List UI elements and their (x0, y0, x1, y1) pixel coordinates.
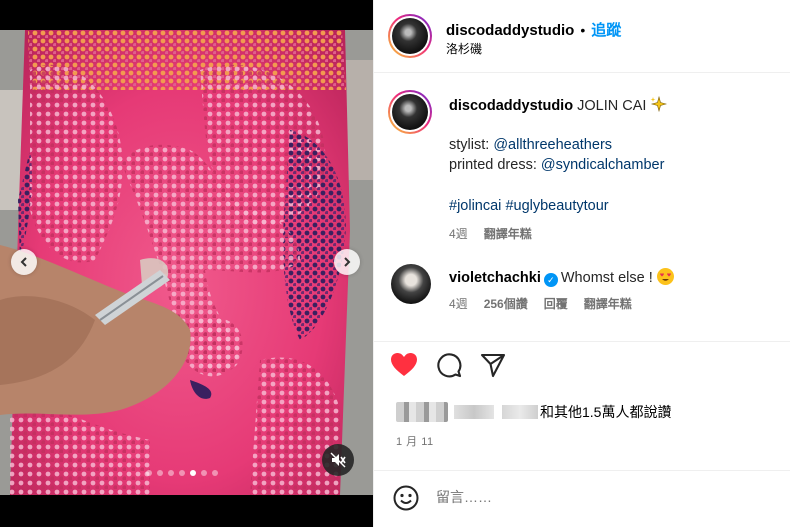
hashtag-link[interactable]: #jolincai (449, 198, 501, 214)
stylist-link[interactable]: @allthreeheathers (493, 137, 612, 153)
commenter-username[interactable]: violetchachki (449, 270, 541, 286)
comment-time[interactable]: 4週 (449, 297, 468, 311)
commenter-avatar[interactable] (391, 264, 431, 304)
caption-avatar[interactable] (388, 90, 432, 134)
sparkle-emoji-icon (650, 95, 668, 113)
emoji-icon[interactable] (393, 485, 419, 511)
heart-eyes-emoji-icon (656, 268, 674, 285)
comment-icon[interactable] (436, 352, 462, 378)
hashtag-link[interactable]: #uglybeautytour (505, 198, 608, 214)
liker-avatars-blurred (396, 402, 448, 422)
translate-link[interactable]: 翻譯年糕 (584, 297, 632, 311)
likes-summary[interactable]: 和其他1.5萬人都說讚 (396, 402, 671, 422)
comment-bar (374, 470, 790, 527)
crystal-dress-image (0, 30, 373, 495)
caption-time[interactable]: 4週 (449, 227, 468, 241)
comment-input[interactable] (436, 489, 736, 505)
liker-name-blurred (454, 405, 494, 419)
likes-text: 和其他1.5萬人都說讚 (540, 404, 672, 420)
follow-button[interactable]: 追蹤 (591, 22, 621, 39)
caption-title: JOLIN CAI (577, 98, 647, 114)
post-location[interactable]: 洛杉磯 (446, 40, 482, 57)
liker-name-blurred (502, 405, 538, 419)
post-date[interactable]: 1 月 11 (396, 433, 434, 449)
carousel-next-button[interactable] (334, 249, 360, 275)
carousel-dot (157, 470, 163, 476)
comment-text: Whomst else ! (560, 270, 653, 286)
dress-link[interactable]: @syndicalchamber (541, 157, 665, 173)
comment-likes[interactable]: 256個讚 (484, 297, 528, 311)
post-header: discodaddystudio • 追蹤 洛杉磯 (388, 12, 790, 60)
chevron-left-icon (20, 257, 27, 267)
post-media (0, 0, 373, 527)
share-icon[interactable] (480, 352, 506, 378)
verified-icon: ✓ (543, 273, 558, 287)
carousel-dot (168, 470, 174, 476)
mute-button[interactable] (322, 444, 354, 476)
account-avatar[interactable] (388, 14, 432, 58)
carousel-prev-button[interactable] (11, 249, 37, 275)
divider (374, 341, 790, 342)
heart-icon[interactable] (390, 352, 418, 378)
reply-button[interactable]: 回覆 (544, 297, 568, 311)
post-image[interactable] (0, 30, 373, 495)
caption-username[interactable]: discodaddystudio (449, 98, 573, 114)
carousel-dot (179, 470, 185, 476)
post-actions (390, 352, 506, 378)
carousel-dot (146, 470, 152, 476)
carousel-dot (212, 470, 218, 476)
divider (374, 72, 790, 73)
separator-dot: • (580, 22, 586, 38)
chevron-right-icon (344, 257, 351, 267)
carousel-dot (201, 470, 207, 476)
post-details-panel: discodaddystudio • 追蹤 洛杉磯 discodaddystudio… (373, 0, 790, 527)
dress-label: printed dress: (449, 157, 537, 173)
stylist-label: stylist: (449, 137, 490, 153)
carousel-indicator (146, 470, 218, 476)
mute-icon (330, 452, 346, 468)
account-username[interactable]: discodaddystudio (446, 22, 574, 39)
carousel-dot (190, 470, 196, 476)
translate-link[interactable]: 翻譯年糕 (484, 227, 532, 241)
